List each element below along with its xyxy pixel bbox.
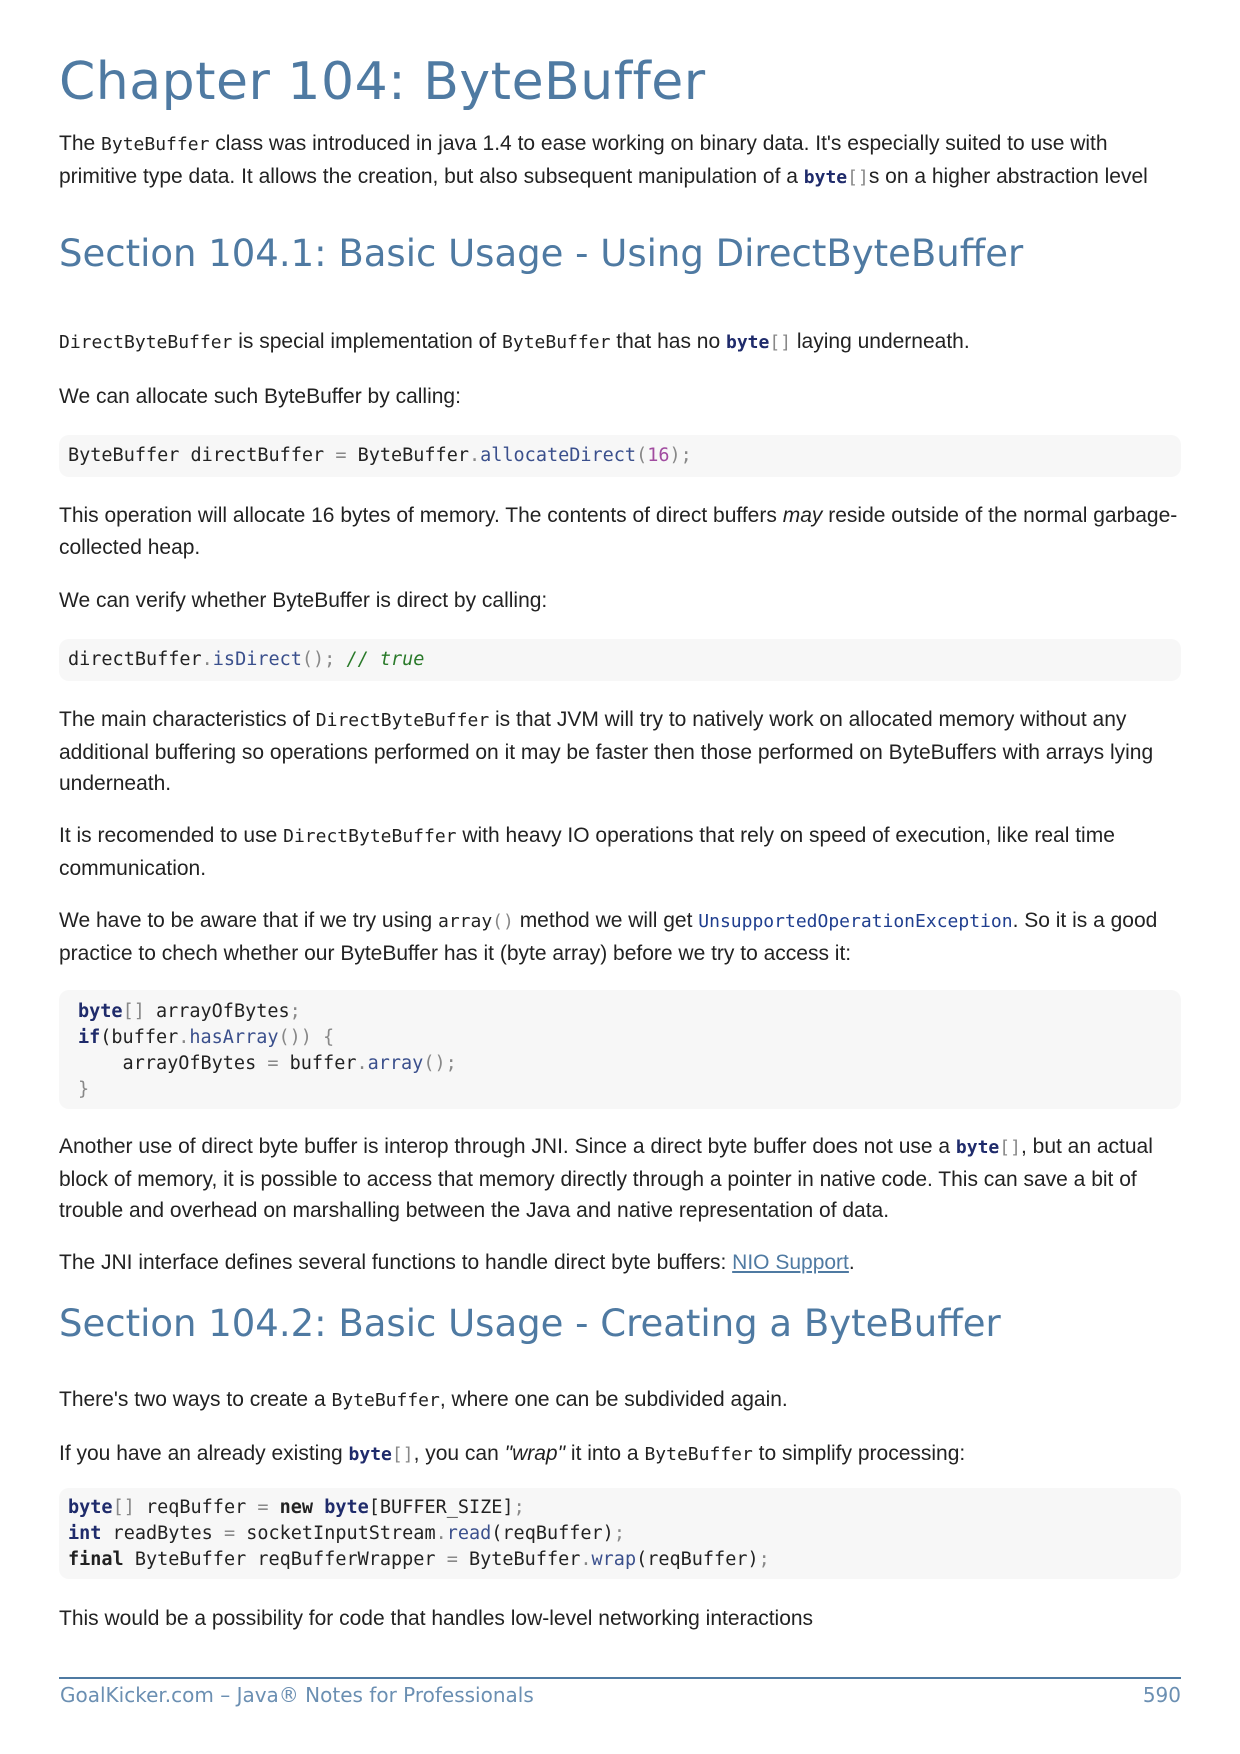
code-line: final ByteBuffer reqBufferWrapper = Byte…	[68, 1549, 770, 1570]
paragraph: This would be a possibility for code tha…	[59, 1607, 814, 1630]
paragraph: There's two ways to create a ByteBuffer,…	[59, 1388, 788, 1411]
paragraph: DirectByteBuffer is special implementati…	[59, 330, 970, 353]
code-line: ByteBuffer directBuffer = ByteBuffer.all…	[68, 445, 692, 466]
code-block: directBuffer.isDirect(); // true	[59, 639, 1181, 681]
code-block: byte[] arrayOfBytes; if(buffer.hasArray(…	[59, 990, 1181, 1109]
paragraph: The JNI interface defines several functi…	[59, 1251, 855, 1274]
paragraph: This operation will allocate 16 bytes of…	[59, 504, 1178, 559]
paragraph: We can allocate such ByteBuffer by calli…	[59, 385, 461, 408]
paragraph: The main characteristics of DirectByteBu…	[59, 708, 1154, 795]
code-line: byte[] arrayOfBytes;	[78, 1001, 301, 1022]
code-block: byte[] reqBuffer = new byte[BUFFER_SIZE]…	[59, 1488, 1181, 1579]
code-block: ByteBuffer directBuffer = ByteBuffer.all…	[59, 435, 1181, 477]
nio-support-link[interactable]: NIO Support	[732, 1251, 849, 1274]
paragraph: If you have an already existing byte[], …	[59, 1442, 966, 1465]
footer-source: GoalKicker.com – Java® Notes for Profess…	[60, 1683, 534, 1707]
inline-code: ByteBuffer	[101, 134, 210, 155]
code-line: directBuffer.isDirect(); // true	[68, 649, 425, 670]
paragraph: Another use of direct byte buffer is int…	[59, 1135, 1153, 1222]
code-line: if(buffer.hasArray()) {	[78, 1027, 335, 1048]
code-line: int readBytes = socketInputStream.read(r…	[68, 1523, 625, 1544]
page-number: 590	[1142, 1683, 1181, 1707]
code-line: byte[] reqBuffer = new byte[BUFFER_SIZE]…	[68, 1497, 525, 1518]
paragraph: We have to be aware that if we try using…	[59, 909, 1158, 965]
footer-divider	[59, 1677, 1181, 1679]
code-line: }	[78, 1079, 90, 1100]
intro-paragraph: The ByteBuffer class was introduced in j…	[59, 132, 1148, 188]
section-title: Section 104.1: Basic Usage - Using Direc…	[59, 232, 1024, 275]
section-title: Section 104.2: Basic Usage - Creating a …	[59, 1302, 1001, 1345]
chapter-title: Chapter 104: ByteBuffer	[59, 52, 706, 112]
code-line: arrayOfBytes = buffer.array();	[78, 1053, 457, 1074]
inline-code: byte[]	[803, 166, 869, 188]
paragraph: We can verify whether ByteBuffer is dire…	[59, 589, 548, 612]
paragraph: It is recomended to use DirectByteBuffer…	[59, 824, 1115, 880]
